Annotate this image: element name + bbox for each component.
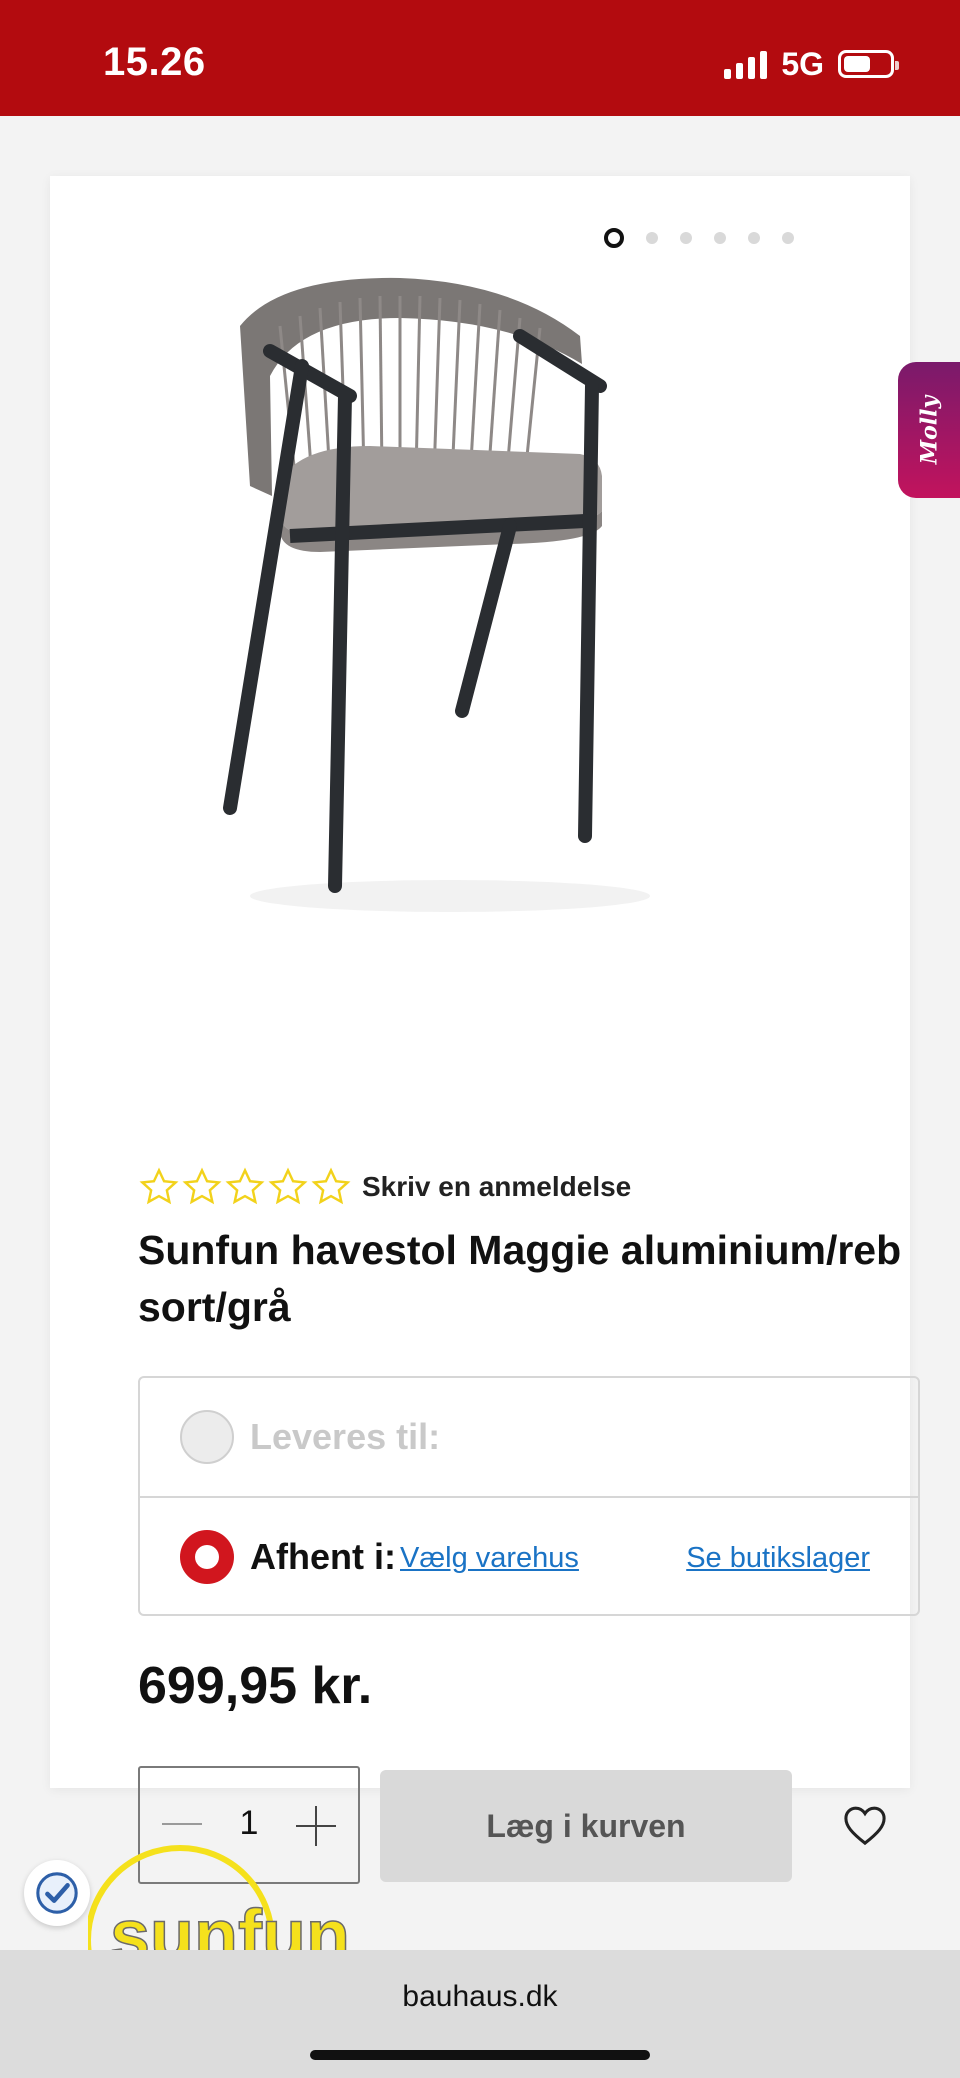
star-icon[interactable] — [138, 1166, 180, 1208]
battery-icon — [838, 50, 899, 78]
star-icon[interactable] — [310, 1166, 352, 1208]
product-image[interactable] — [210, 236, 680, 956]
product-price: 699,95 kr. — [138, 1657, 373, 1715]
star-icon[interactable] — [267, 1166, 309, 1208]
trust-badge-icon[interactable] — [24, 1860, 90, 1926]
delivery-option-ship[interactable]: Leveres til: — [140, 1378, 918, 1498]
brand-section: sunfun — [0, 1800, 960, 1950]
home-indicator[interactable] — [310, 2050, 650, 2060]
gallery-dot[interactable] — [748, 232, 760, 244]
ship-label: Leveres til: — [250, 1416, 441, 1457]
url-text[interactable]: bauhaus.dk — [0, 1980, 960, 2014]
network-type: 5G — [781, 45, 824, 82]
browser-address-bar[interactable]: bauhaus.dk — [0, 1950, 960, 2078]
gallery-dot[interactable] — [714, 232, 726, 244]
gallery-dot[interactable] — [782, 232, 794, 244]
pickup-label: Afhent i: — [250, 1536, 396, 1577]
delivery-option-pickup[interactable]: Afhent i: Vælg varehus Se butikslager — [140, 1498, 918, 1616]
svg-text:sunfun: sunfun — [110, 1896, 350, 1950]
status-indicators: 5G — [724, 45, 899, 82]
product-card: Skriv en anmeldelse Sunfun havestol Magg… — [50, 176, 920, 1884]
star-icon[interactable] — [181, 1166, 223, 1208]
write-review-link[interactable]: Skriv en anmeldelse — [362, 1171, 631, 1203]
status-time: 15.26 — [103, 40, 206, 84]
pickup-radio[interactable] — [180, 1530, 234, 1584]
product-title: Sunfun havestol Maggie aluminium/reb sor… — [138, 1227, 902, 1330]
status-bar: 15.26 5G — [0, 0, 960, 116]
star-icon[interactable] — [224, 1166, 266, 1208]
gallery-dot[interactable] — [680, 232, 692, 244]
choose-store-link[interactable]: Vælg varehus — [400, 1542, 579, 1575]
product-rating[interactable]: Skriv en anmeldelse — [138, 1166, 631, 1208]
checkmark-seal-icon — [36, 1872, 78, 1914]
chat-assistant-tab[interactable]: Molly — [898, 362, 960, 498]
signal-icon — [724, 49, 768, 79]
store-stock-link[interactable]: Se butikslager — [686, 1542, 870, 1575]
brand-logo[interactable]: sunfun — [88, 1820, 408, 1950]
chat-assistant-label: Molly — [916, 395, 942, 465]
delivery-options: Leveres til: Afhent i: Vælg varehus Se b… — [138, 1376, 920, 1616]
ship-radio[interactable] — [180, 1410, 234, 1464]
rating-stars[interactable] — [138, 1166, 352, 1208]
